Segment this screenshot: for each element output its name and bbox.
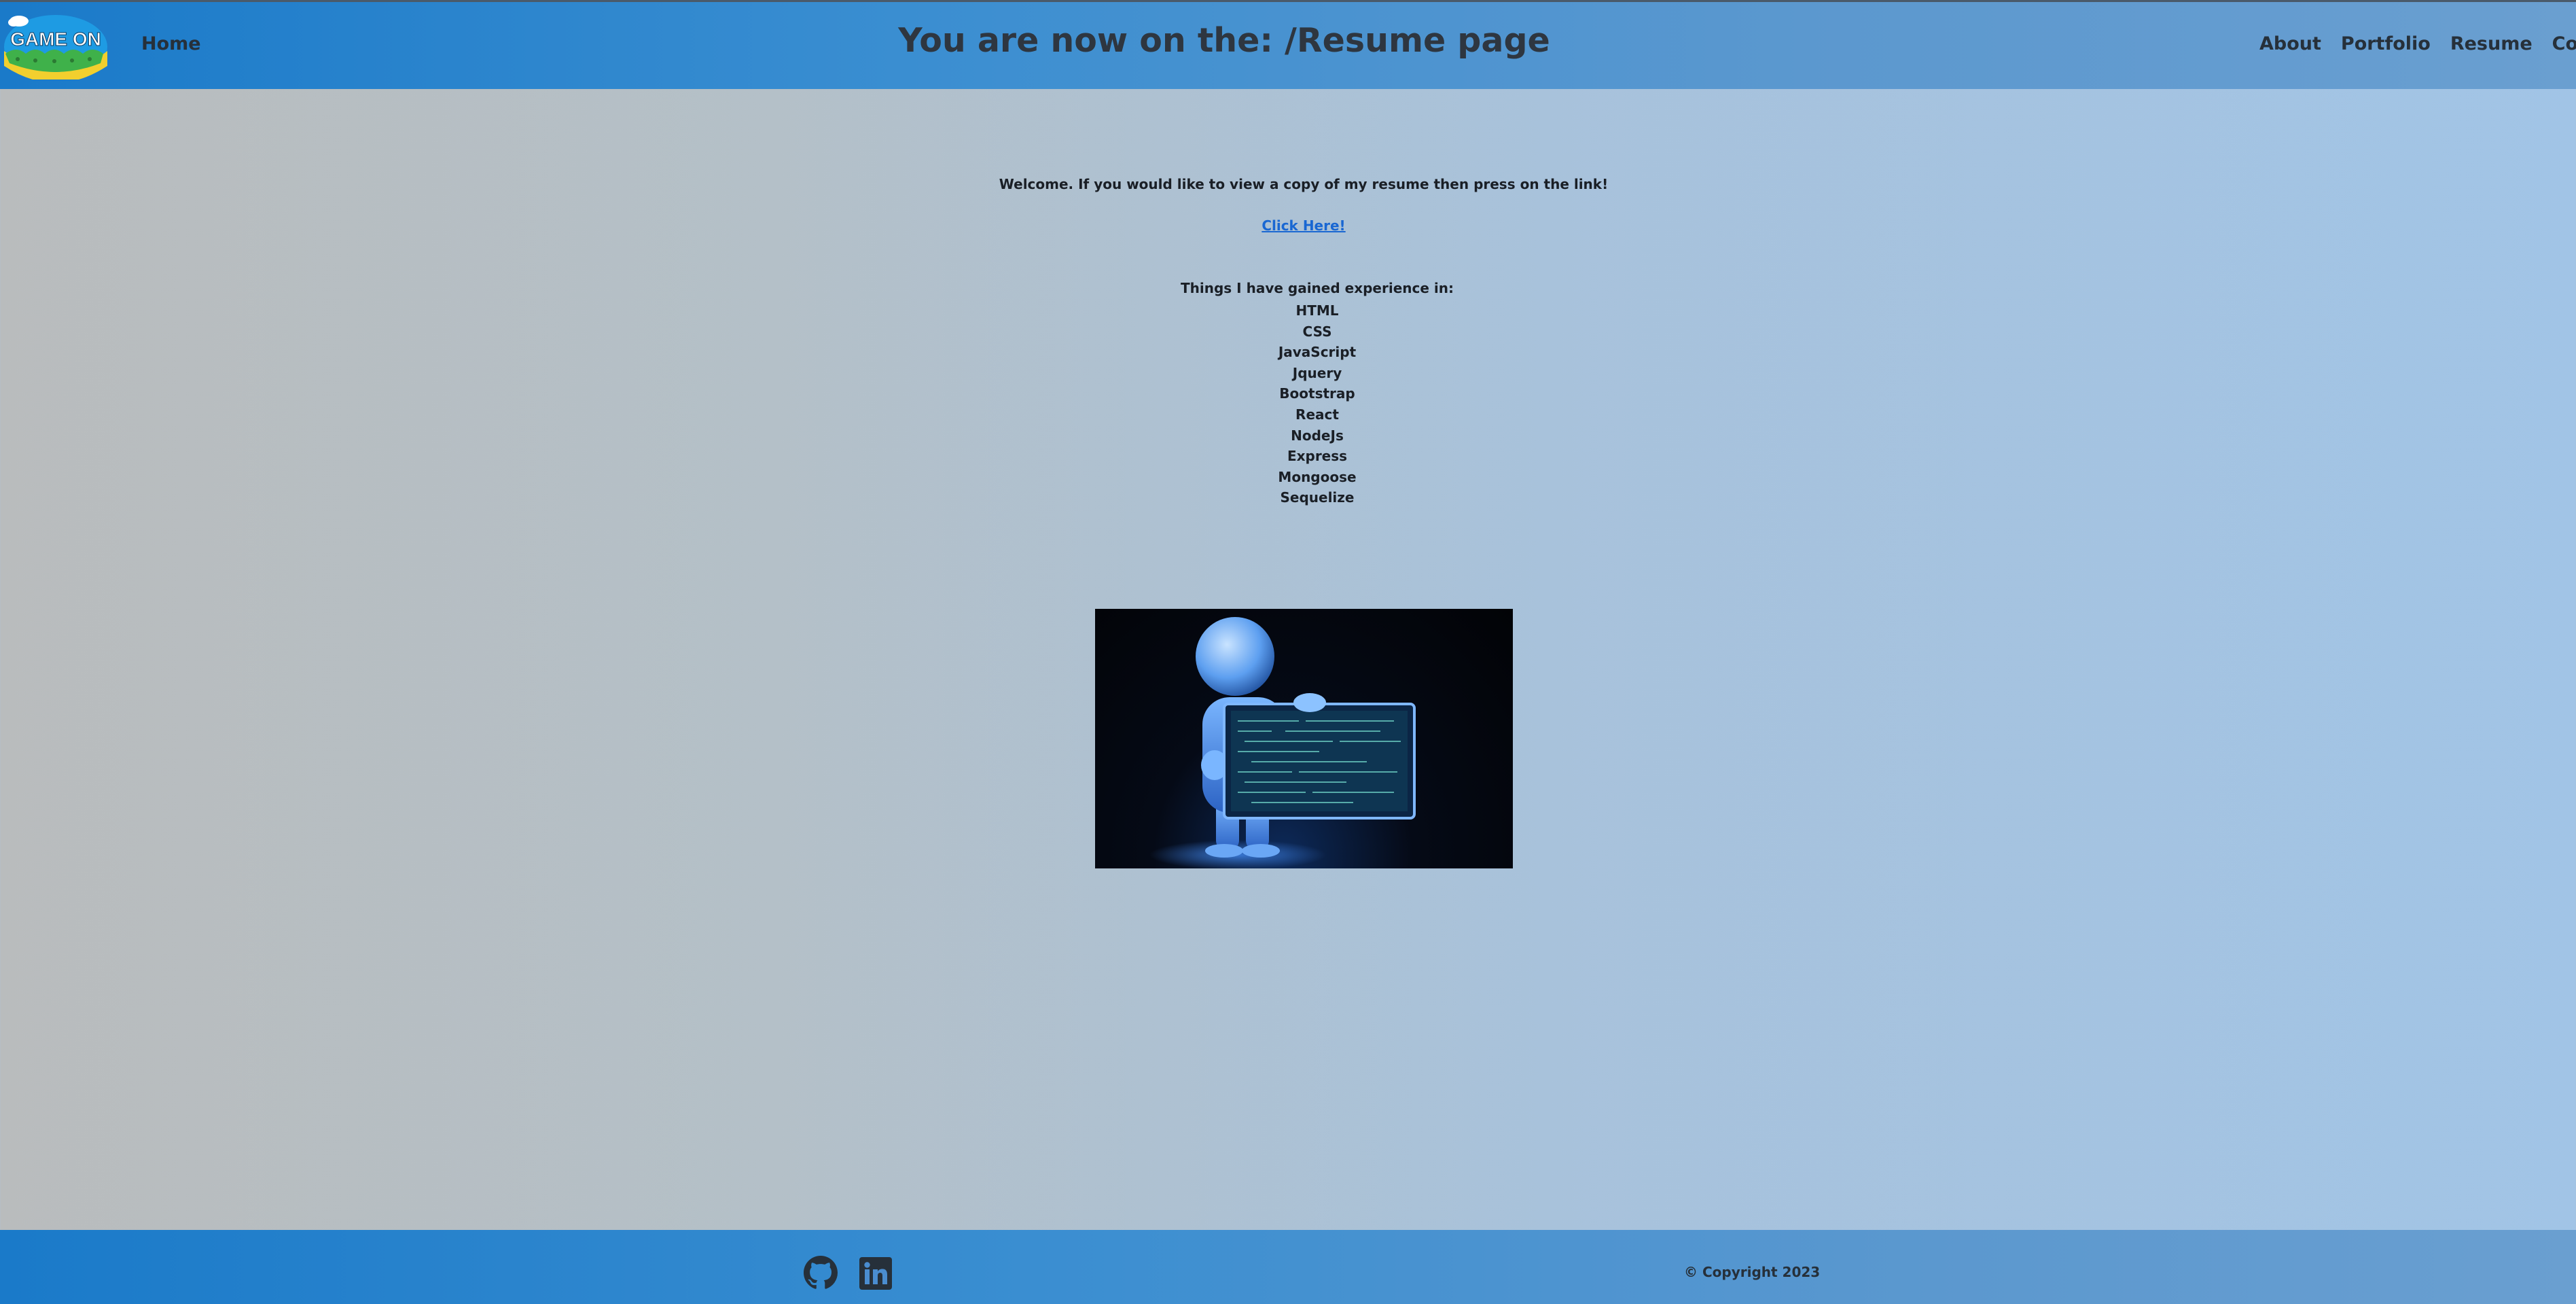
linkedin-link[interactable] [859, 1257, 892, 1290]
skill-item: NodeJs [1291, 427, 1344, 444]
nav-resume-link[interactable]: Resume [2450, 33, 2533, 54]
resume-download-link[interactable]: Click Here! [1262, 217, 1345, 234]
skill-item: React [1295, 406, 1339, 423]
skill-item: Mongoose [1278, 468, 1357, 485]
skill-item: Sequelize [1280, 489, 1355, 506]
nav-contact-link[interactable]: Contact [2552, 33, 2576, 54]
page-title: You are now on the: /Resume page [898, 21, 1550, 60]
skill-item: Express [1287, 448, 1348, 465]
skill-item: HTML [1295, 302, 1339, 319]
site-header: GAME ON Home You are now on the: /Resume… [0, 0, 2576, 89]
skill-item: Bootstrap [1279, 385, 1355, 402]
skills-list: HTML CSS JavaScript Jquery Bootstrap Rea… [0, 300, 2576, 508]
github-icon [804, 1256, 838, 1289]
main-nav: About Portfolio Resume Contact [2259, 33, 2576, 54]
copyright-text: © Copyright 2023 [1684, 1264, 1821, 1280]
skill-item: Jquery [1292, 364, 1342, 381]
github-link[interactable] [804, 1256, 838, 1290]
welcome-text: Welcome. If you would like to view a cop… [999, 176, 1609, 192]
skill-item: CSS [1302, 323, 1332, 340]
nav-about-link[interactable]: About [2259, 33, 2321, 54]
glowing-figure-icon [1149, 617, 1416, 868]
resume-link-container: Click Here! [0, 217, 2576, 234]
nav-portfolio-link[interactable]: Portfolio [2341, 33, 2431, 54]
skill-item: JavaScript [1278, 344, 1357, 361]
site-footer: © Copyright 2023 [0, 1230, 2576, 1304]
coder-illustration [1095, 609, 1513, 868]
linkedin-icon [859, 1257, 892, 1290]
experience-heading: Things I have gained experience in: [1181, 280, 1454, 296]
